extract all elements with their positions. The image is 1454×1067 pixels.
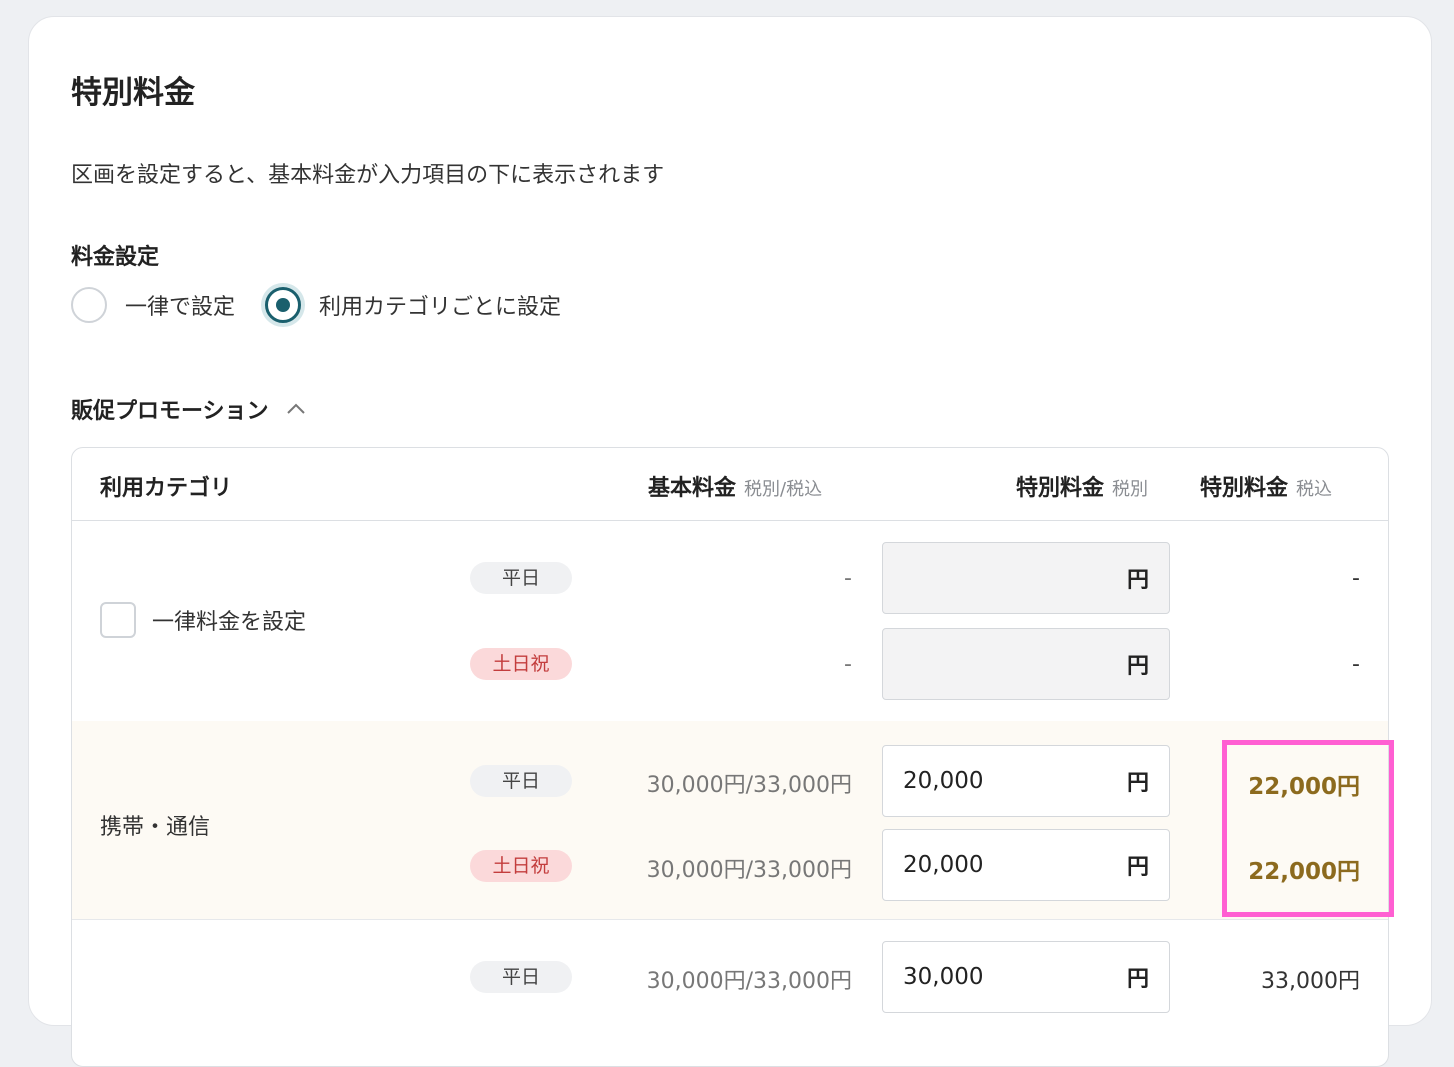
weekend-pill: 土日祝 (470, 850, 572, 882)
uniform-price-checkbox[interactable] (100, 602, 136, 638)
special-price-input[interactable]: 30,000 円 (882, 941, 1170, 1013)
radio-uniform-label[interactable]: 一律で設定 (125, 289, 235, 321)
yen-unit: 円 (1126, 654, 1149, 679)
col-header-special-ex: 特別料金 税別 (1016, 476, 1149, 501)
radio-by-category-label[interactable]: 利用カテゴリごとに設定 (319, 289, 561, 321)
table-header: 利用カテゴリ 基本料金 税別/税込 特別料金 税別 特別料金 税込 (72, 448, 1388, 521)
col-header-base: 基本料金 税別/税込 (648, 476, 823, 501)
chevron-up-icon (286, 403, 305, 414)
pricing-mode-radio-group: 一律で設定 利用カテゴリごとに設定 (71, 285, 561, 325)
weekday-pill: 平日 (470, 961, 572, 993)
tax-included-price: - (1352, 566, 1360, 591)
yen-unit: 円 (1126, 771, 1149, 796)
description-text: 区画を設定すると、基本料金が入力項目の下に表示されます (71, 163, 665, 188)
table-row: 平日 30,000円/33,000円 30,000 円 33,000円 (72, 919, 1388, 1066)
special-price-input[interactable]: 20,000 円 (882, 829, 1170, 901)
col-header-special-in: 特別料金 税込 (1200, 476, 1333, 501)
highlight-annotation-box (1222, 740, 1394, 917)
special-price-input[interactable]: 円 (882, 628, 1170, 700)
tax-included-price: 33,000円 (1261, 969, 1360, 994)
pricing-setting-label: 料金設定 (71, 245, 160, 270)
radio-by-category[interactable] (265, 287, 302, 323)
yen-unit: 円 (1126, 568, 1149, 593)
base-price: 30,000円/33,000円 (646, 969, 852, 994)
category-label: 携帯・通信 (100, 815, 211, 840)
special-price-input[interactable]: 円 (882, 542, 1170, 614)
uniform-category-cell: 一律料金を設定 (100, 602, 306, 638)
base-price: - (844, 652, 852, 677)
yen-unit: 円 (1126, 855, 1149, 880)
table-row: 一律料金を設定 平日 - 円 - 土日祝 - 円 - (72, 520, 1388, 722)
page-title: 特別料金 (71, 75, 195, 111)
category-label: 一律料金を設定 (152, 610, 307, 635)
base-price: 30,000円/33,000円 (646, 858, 852, 883)
col-header-category: 利用カテゴリ (100, 476, 233, 501)
radio-uniform[interactable] (71, 287, 107, 323)
promo-section-title: 販促プロモーション (71, 399, 269, 424)
weekday-pill: 平日 (470, 562, 572, 594)
weekend-pill: 土日祝 (470, 648, 572, 680)
table-row: 携帯・通信 平日 30,000円/33,000円 20,000 円 22,000… (72, 721, 1388, 920)
promo-section-toggle[interactable]: 販促プロモーション (71, 393, 307, 425)
special-price-input[interactable]: 20,000 円 (882, 745, 1170, 817)
base-price: 30,000円/33,000円 (646, 773, 852, 798)
weekday-pill: 平日 (470, 765, 572, 797)
base-price: - (844, 566, 852, 591)
pricing-table: 利用カテゴリ 基本料金 税別/税込 特別料金 税別 特別料金 税込 一律料金を設定 平… (71, 447, 1389, 1067)
yen-unit: 円 (1126, 967, 1149, 992)
tax-included-price: - (1352, 652, 1360, 677)
